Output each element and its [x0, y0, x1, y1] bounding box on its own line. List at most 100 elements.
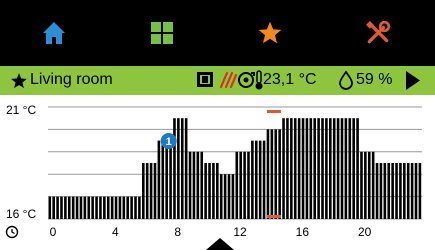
nav-settings-button[interactable]: [324, 0, 432, 66]
schedule-bar: [321, 118, 324, 219]
schedule-bar: [418, 163, 422, 219]
schedule-bar: [216, 163, 219, 219]
schedule-bar: [227, 174, 231, 219]
current-time-marker-bottom: [266, 215, 281, 218]
schedule-bar: [301, 118, 305, 219]
schedule-bar: [184, 118, 188, 219]
nav-home-button[interactable]: [0, 0, 108, 66]
grid-icon: [151, 22, 173, 44]
schedule-bar: [106, 196, 110, 219]
schedule-bar: [192, 151, 196, 219]
schedule-bar: [126, 196, 130, 219]
schedule-bar: [395, 163, 398, 219]
chart-svg: 21 °C 16 °C 0 4 8 12 16 20 1: [5, 103, 422, 250]
schedule-bar: [145, 163, 149, 219]
schedule-bar: [286, 118, 289, 219]
schedule-bar: [122, 196, 126, 219]
nav-favorites-button[interactable]: [216, 0, 324, 66]
schedule-bar: [83, 196, 87, 219]
schedule-bar: [332, 118, 336, 219]
schedule-bar: [325, 118, 328, 219]
schedule-bar: [138, 196, 141, 219]
schedule-bar: [177, 118, 180, 219]
schedule-bar: [99, 196, 102, 219]
schedule-bar: [251, 140, 254, 219]
schedule-bar: [161, 140, 165, 219]
top-nav-bar: [0, 0, 435, 66]
schedule-bar: [243, 151, 246, 219]
schedule-bar: [387, 163, 391, 219]
x-tick-label: 0: [50, 225, 57, 239]
schedule-bar: [235, 151, 239, 219]
schedule-bar: [142, 163, 145, 219]
schedule-bar: [367, 151, 371, 219]
schedule-bar: [118, 196, 122, 219]
schedule-bar: [180, 118, 184, 219]
schedule-bar: [282, 118, 285, 219]
schedule-bar: [317, 118, 320, 219]
schedule-bar: [356, 118, 359, 219]
schedule-bar: [67, 196, 71, 219]
schedule-bar: [231, 174, 235, 219]
temperature-schedule-chart[interactable]: 21 °C 16 °C 0 4 8 12 16 20 1: [0, 95, 435, 250]
schedule-bar: [103, 196, 106, 219]
schedule-bar: [196, 151, 200, 219]
schedule-bar: [95, 196, 98, 219]
schedule-bar: [262, 140, 266, 219]
schedule-bar: [169, 140, 172, 219]
schedule-bar: [406, 163, 410, 219]
schedule-bar: [157, 140, 161, 219]
schedule-bar: [56, 196, 59, 219]
schedule-bar: [239, 151, 242, 219]
drag-handle-triangle: [206, 238, 234, 250]
schedule-bar: [266, 129, 270, 219]
play-arrow-icon: [406, 71, 420, 90]
schedule-bar: [79, 196, 83, 219]
y-max-label: 21 °C: [6, 103, 36, 117]
schedule-bar: [278, 129, 281, 219]
clock-icon: [5, 225, 19, 239]
x-tick-labels: 0 4 8 12 16 20: [50, 225, 372, 239]
schedule-point-label: 1: [166, 136, 172, 148]
droplet-icon: [339, 70, 353, 90]
schedule-bar: [223, 174, 227, 219]
x-tick-label: 4: [112, 225, 119, 239]
schedule-bar: [329, 118, 332, 219]
x-tick-label: 20: [358, 225, 372, 239]
schedule-bar: [165, 140, 168, 219]
schedule-bar: [60, 196, 63, 219]
current-time-marker-top: [266, 110, 281, 113]
schedule-bar: [134, 196, 137, 219]
schedule-bar: [212, 163, 215, 219]
x-tick-label: 12: [233, 225, 247, 239]
schedule-bar: [305, 118, 309, 219]
x-tick-label: 8: [174, 225, 181, 239]
schedule-bar: [348, 118, 352, 219]
schedule-bar: [309, 118, 313, 219]
schedule-bar: [130, 196, 133, 219]
schedule-bar: [379, 163, 383, 219]
schedule-bar: [344, 118, 348, 219]
tools-icon: [366, 20, 391, 44]
schedule-bar: [391, 163, 394, 219]
schedule-bar: [110, 196, 114, 219]
schedule-bar: [383, 163, 387, 219]
schedule-bar: [410, 163, 414, 219]
schedule-bar: [290, 118, 293, 219]
schedule-bar: [340, 118, 344, 219]
schedule-bar: [188, 151, 192, 219]
heating-icon: [219, 71, 238, 89]
schedule-bar: [414, 163, 418, 219]
schedule-bar: [247, 151, 250, 219]
schedule-bar: [64, 196, 67, 219]
window-icon: [197, 72, 213, 87]
schedule-bar: [274, 129, 278, 219]
schedule-bar: [293, 118, 297, 219]
nav-grid-button[interactable]: [108, 0, 216, 66]
home-icon: [43, 22, 65, 44]
schedule-bar: [75, 196, 79, 219]
schedule-bar: [71, 196, 75, 219]
schedule-bar: [352, 118, 355, 219]
schedule-bar: [219, 174, 223, 219]
schedule-bar: [364, 151, 367, 219]
